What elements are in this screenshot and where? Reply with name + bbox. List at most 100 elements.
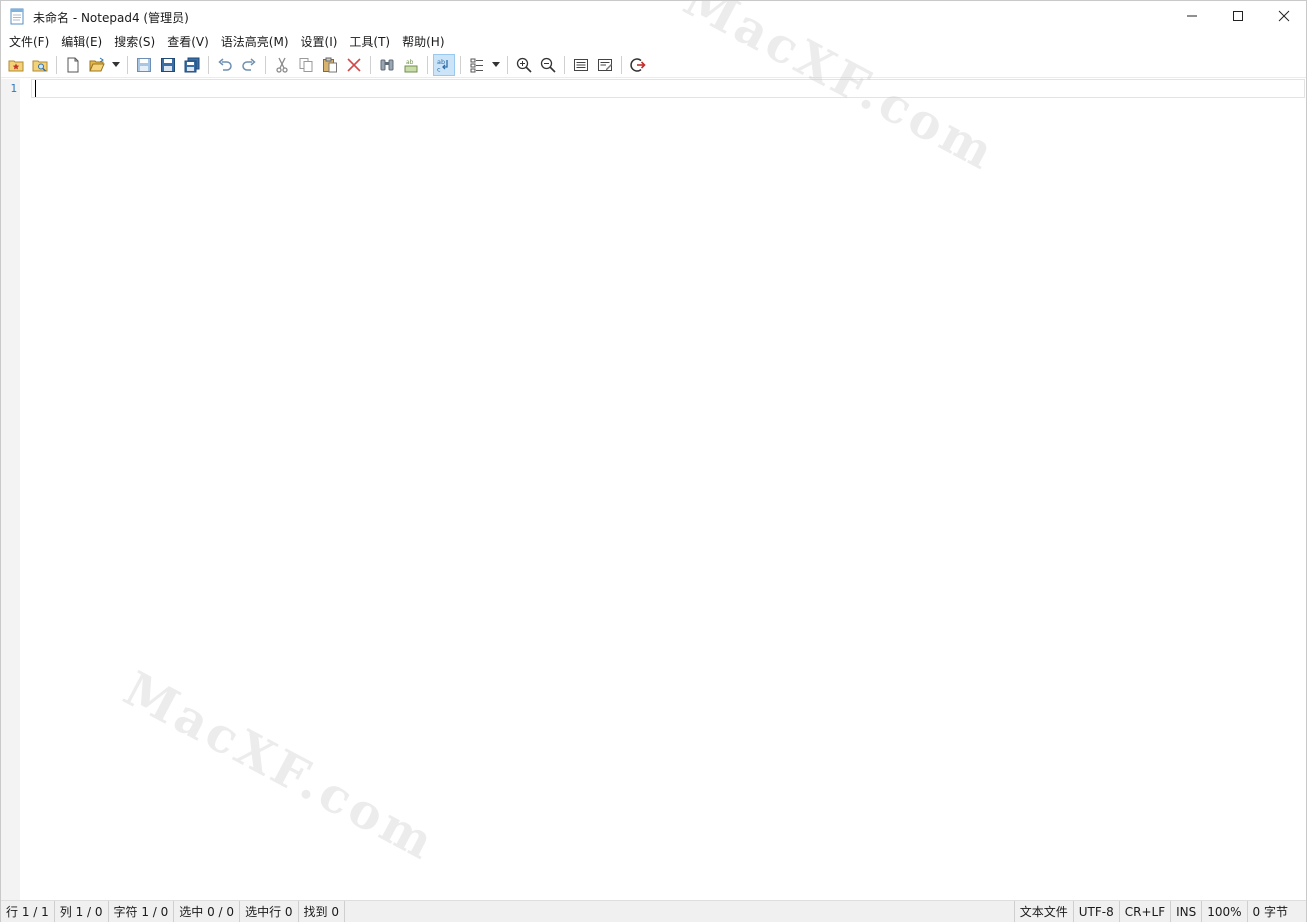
status-selected-lines: 选中行 0 [240, 900, 299, 922]
toolbar-separator [621, 55, 622, 74]
cut-icon [276, 57, 288, 73]
status-char: 字符 1 / 0 [109, 900, 175, 922]
copy-icon [299, 57, 313, 72]
line-number-gutter: 1 [1, 79, 20, 900]
status-insert-mode[interactable]: INS [1171, 900, 1203, 922]
maximize-button[interactable] [1215, 1, 1261, 31]
new-file-button[interactable] [62, 54, 84, 76]
toolbar-separator [564, 55, 565, 74]
status-column: 列 1 / 0 [55, 900, 109, 922]
notepad-window: 未命名 - Notepad4 (管理员) 文件(F) 编辑(E) 搜索(S) 查… [0, 0, 1307, 922]
favorites-button[interactable] [5, 54, 27, 76]
paste-icon [323, 57, 337, 72]
text-caret [35, 80, 36, 97]
status-line-ending[interactable]: CR+LF [1120, 900, 1172, 922]
browse-button[interactable] [29, 54, 51, 76]
find-icon [380, 59, 394, 70]
menu-file[interactable]: 文件(F) [3, 32, 55, 52]
window-title: 未命名 - Notepad4 (管理员) [33, 11, 189, 25]
open-file-button[interactable] [86, 54, 108, 76]
menu-view[interactable]: 查看(V) [161, 32, 215, 52]
status-file-type[interactable]: 文本文件 [1015, 900, 1074, 922]
menu-tools[interactable]: 工具(T) [343, 32, 396, 52]
notepad-icon [9, 8, 25, 25]
toolbar-separator [208, 55, 209, 74]
edit-settings-icon [598, 58, 612, 71]
close-button[interactable] [1261, 1, 1307, 31]
menu-help[interactable]: 帮助(H) [396, 32, 450, 52]
menu-bar: 文件(F) 编辑(E) 搜索(S) 查看(V) 语法高亮(M) 设置(I) 工具… [1, 32, 1306, 52]
exit-button[interactable] [627, 54, 649, 76]
svg-text:c: c [437, 65, 441, 73]
paste-button[interactable] [319, 54, 341, 76]
exit-icon [630, 57, 646, 72]
save-as-button[interactable] [157, 54, 179, 76]
editor[interactable]: 1 [1, 79, 1306, 900]
delete-button[interactable] [343, 54, 365, 76]
status-size: 0 字节 [1252, 904, 1288, 919]
status-bar: 行 1 / 1 列 1 / 0 字符 1 / 0 选中 0 / 0 选中行 0 … [1, 900, 1306, 922]
save-copy-button[interactable] [181, 54, 203, 76]
status-line: 行 1 / 1 [1, 900, 55, 922]
delete-icon [347, 57, 361, 72]
undo-icon [218, 57, 232, 71]
zoom-in-button[interactable] [513, 54, 535, 76]
minimize-icon [1187, 15, 1197, 17]
save-button[interactable] [133, 54, 155, 76]
scheme-dropdown-button[interactable] [490, 54, 502, 76]
toolbar-separator [265, 55, 266, 74]
toolbar-separator [507, 55, 508, 74]
open-dropdown-button[interactable] [110, 54, 122, 76]
menu-settings[interactable]: 设置(I) [295, 32, 344, 52]
open-dropdown-icon [112, 61, 120, 67]
undo-button[interactable] [214, 54, 236, 76]
menu-search[interactable]: 搜索(S) [108, 32, 161, 52]
maximize-icon [1233, 11, 1243, 21]
copy-button[interactable] [295, 54, 317, 76]
replace-icon: ab [404, 59, 418, 72]
save-as-icon [161, 57, 175, 72]
toolbar-separator [460, 55, 461, 74]
open-file-icon [89, 57, 105, 71]
menu-edit[interactable]: 编辑(E) [55, 32, 108, 52]
text-area[interactable] [31, 98, 1305, 898]
line-number: 1 [10, 82, 17, 95]
toolbar-separator [427, 55, 428, 74]
zoom-out-button[interactable] [537, 54, 559, 76]
status-selection: 选中 0 / 0 [174, 900, 241, 922]
current-line-highlight [31, 79, 1305, 98]
redo-button[interactable] [238, 54, 260, 76]
save-copy-icon [184, 57, 200, 72]
redo-icon [242, 57, 256, 71]
status-zoom[interactable]: 100% [1202, 900, 1248, 922]
scheme-icon [470, 58, 483, 72]
browse-icon [32, 60, 48, 72]
favorites-icon [8, 60, 24, 71]
status-encoding[interactable]: UTF-8 [1074, 900, 1120, 922]
save-icon [137, 57, 151, 72]
svg-text:ab: ab [406, 59, 414, 66]
document-properties-button[interactable] [570, 54, 592, 76]
zoom-out-icon [540, 57, 556, 73]
status-spacer [345, 900, 1015, 922]
find-button[interactable] [376, 54, 398, 76]
word-wrap-icon: abc [437, 58, 448, 73]
scheme-button[interactable] [466, 54, 488, 76]
replace-button[interactable]: ab [400, 54, 422, 76]
minimize-button[interactable] [1169, 1, 1215, 31]
zoom-in-icon [516, 57, 532, 73]
close-icon [1278, 10, 1290, 22]
new-file-icon [67, 57, 79, 72]
scheme-dropdown-icon [492, 61, 500, 67]
status-found: 找到 0 [299, 900, 345, 922]
toolbar-separator [127, 55, 128, 74]
cut-button[interactable] [271, 54, 293, 76]
menu-syntax[interactable]: 语法高亮(M) [215, 32, 295, 52]
toolbar: ab ab c [1, 52, 1306, 78]
edit-settings-button[interactable] [594, 54, 616, 76]
toolbar-separator [370, 55, 371, 74]
document-properties-icon [574, 58, 588, 71]
word-wrap-button[interactable]: ab c [433, 53, 455, 76]
title-bar[interactable]: 未命名 - Notepad4 (管理员) [1, 1, 1306, 32]
toolbar-separator [56, 55, 57, 74]
